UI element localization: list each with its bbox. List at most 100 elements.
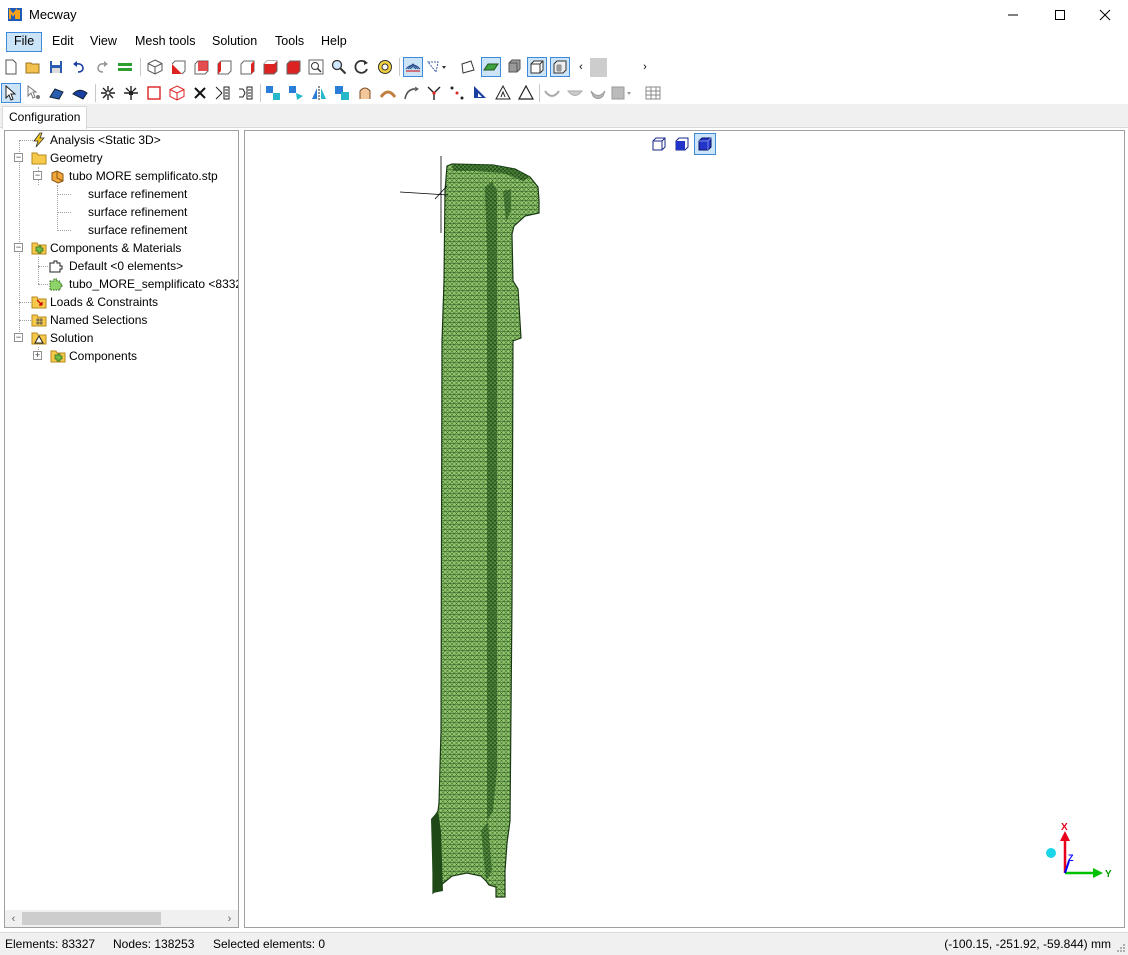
resize-grip-icon[interactable] [1116,943,1126,953]
smooth-volume-button[interactable] [588,83,608,103]
equals-button[interactable] [115,57,135,77]
folder-icon [31,152,47,165]
extrude-button[interactable] [263,83,283,103]
node-view-button[interactable] [426,57,446,77]
view-bottom-button[interactable] [283,57,303,77]
view-front-button[interactable] [168,57,188,77]
scroll-right-arrow-icon[interactable]: › [638,57,652,77]
close-button[interactable] [1082,0,1128,30]
select-element-button[interactable] [70,83,90,103]
smooth-surface-button[interactable] [565,83,585,103]
copy-button[interactable] [332,83,352,103]
tree-item-tube-component[interactable]: tubo_MORE_semplificato <8332 [5,275,238,293]
cube-left-icon [217,60,232,75]
expand-icon[interactable]: + [33,351,42,360]
menu-edit[interactable]: Edit [45,32,81,52]
surface-view-button[interactable] [481,57,501,77]
tree-label: Analysis <Static 3D> [50,133,161,147]
hidden-line-view-button[interactable] [550,57,570,77]
box-select-button[interactable] [167,83,187,103]
toolbar-separator [140,58,141,76]
merge-button[interactable] [236,83,256,103]
tree-item-components-materials[interactable]: − Components & Materials [5,239,238,257]
minimize-icon [1008,14,1018,16]
wireframe-view-button[interactable] [527,57,547,77]
toolbar-scroll-thumb[interactable] [590,58,607,77]
collapse-icon[interactable]: − [14,153,23,162]
tab-configuration[interactable]: Configuration [2,106,88,129]
redo-button[interactable] [92,57,112,77]
tree-item-geometry[interactable]: − Geometry [5,149,238,167]
sweep-button[interactable] [286,83,306,103]
show-mesh-button[interactable] [403,57,423,77]
select-face-button[interactable] [47,83,67,103]
implode-button[interactable] [121,83,141,103]
bend-button[interactable] [401,83,421,103]
menu-view[interactable]: View [83,32,124,52]
select-button[interactable] [1,83,21,103]
menu-file[interactable]: File [6,32,43,52]
triangle-a-button[interactable] [493,83,513,103]
film-button[interactable] [611,83,631,103]
toolbar-scroller[interactable]: ‹ › [574,57,656,77]
select-node-button[interactable] [24,83,44,103]
menu-help[interactable]: Help [314,32,354,52]
menu-solution[interactable]: Solution [205,32,264,52]
tree-item-solution[interactable]: − Solution [5,329,238,347]
configuration-tree[interactable]: Analysis <Static 3D> − Geometry − tubo M… [4,130,239,928]
pan-zoom-button[interactable] [375,57,395,77]
explode-button[interactable] [98,83,118,103]
rectangle-select-button[interactable] [144,83,164,103]
tree-item-analysis[interactable]: Analysis <Static 3D> [5,131,238,149]
tree-item-loads-constraints[interactable]: Loads & Constraints [5,293,238,311]
tree-scroll-thumb[interactable] [22,912,161,925]
tree-item-refinement[interactable]: surface refinement [5,221,238,239]
view-back-button[interactable] [191,57,211,77]
meshed-tube-model[interactable] [245,131,1125,928]
minimize-button[interactable] [990,0,1036,30]
revolve-button[interactable] [355,83,375,103]
tree-item-named-selections[interactable]: Named Selections [5,311,238,329]
node-tool-button[interactable] [424,83,444,103]
open-file-button[interactable] [23,57,43,77]
edge-view-button[interactable] [458,57,478,77]
cube-bottom-icon [286,60,301,75]
collapse-icon[interactable]: − [33,171,42,180]
scroll-right-arrow-icon[interactable]: › [221,910,238,927]
model-viewport[interactable]: X Y Z [244,130,1125,928]
triangle-button[interactable] [516,83,536,103]
delete-button[interactable] [190,83,210,103]
arc-button[interactable] [378,83,398,103]
zoom-button[interactable] [329,57,349,77]
tree-item-geometry-file[interactable]: − tubo MORE semplificato.stp [5,167,238,185]
tree-horizontal-scrollbar[interactable]: ‹ › [5,910,238,927]
maximize-button[interactable] [1037,0,1083,30]
view-isometric-button[interactable] [145,57,165,77]
view-top-button[interactable] [260,57,280,77]
scroll-left-arrow-icon[interactable]: ‹ [5,910,22,927]
undo-button[interactable] [69,57,89,77]
label-tool-button[interactable] [470,83,490,103]
tree-item-refinement[interactable]: surface refinement [5,203,238,221]
tree-item-default-component[interactable]: Default <0 elements> [5,257,238,275]
table-button[interactable] [643,83,663,103]
menu-mesh-tools[interactable]: Mesh tools [128,32,202,52]
split-button[interactable] [213,83,233,103]
view-left-button[interactable] [214,57,234,77]
mirror-button[interactable] [309,83,329,103]
new-file-button[interactable] [1,57,21,77]
collapse-icon[interactable]: − [14,333,23,342]
tree-item-refinement[interactable]: surface refinement [5,185,238,203]
scroll-left-arrow-icon[interactable]: ‹ [574,57,588,77]
zoom-window-button[interactable] [306,57,326,77]
rotate-button[interactable] [352,57,372,77]
menu-tools[interactable]: Tools [268,32,311,52]
collapse-icon[interactable]: − [14,243,23,252]
puzzle-green-icon [49,278,63,291]
view-right-button[interactable] [237,57,257,77]
tree-item-solution-components[interactable]: + Components [5,347,238,365]
nodes-tool-button[interactable] [447,83,467,103]
solid-view-button[interactable] [504,57,524,77]
smooth-button[interactable] [542,83,562,103]
save-button[interactable] [46,57,66,77]
